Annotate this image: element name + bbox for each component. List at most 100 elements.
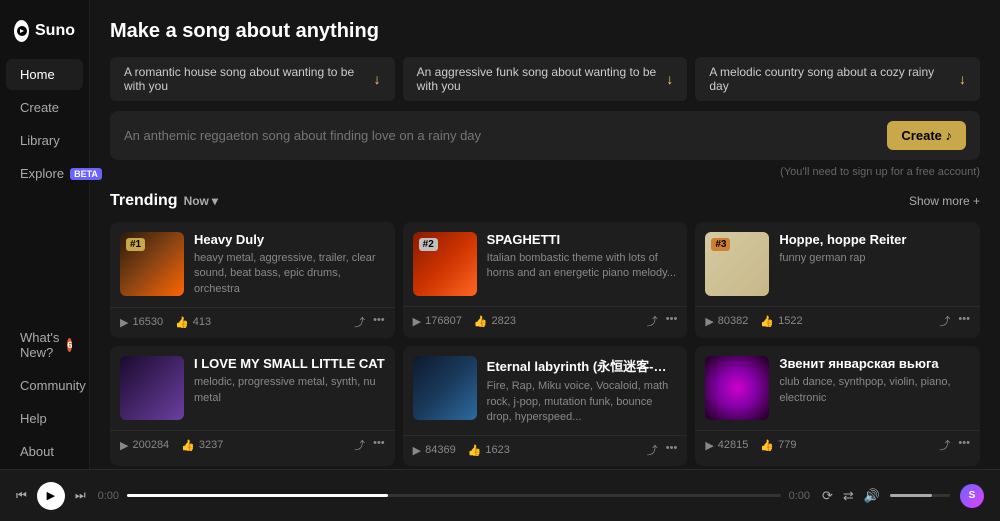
page-title: Make a song about anything bbox=[110, 20, 980, 43]
app-logo[interactable]: Suno bbox=[0, 12, 89, 58]
track-thumb-0: #1 ▶ bbox=[120, 232, 184, 296]
suggestion-pill-1[interactable]: An aggressive funk song about wanting to… bbox=[403, 57, 688, 101]
player-prev-button[interactable]: ⏮ bbox=[16, 488, 27, 503]
play-count-icon-2: ▶ bbox=[705, 315, 713, 328]
sidebar-item-explore[interactable]: Explore BETA bbox=[6, 158, 83, 189]
like-icon-5: 👍 bbox=[760, 439, 774, 452]
trending-track-1[interactable]: #2 ▶ SPAGHETTI Italian bombastic theme w… bbox=[403, 222, 688, 338]
like-icon-4: 👍 bbox=[468, 444, 482, 457]
sidebar-item-community[interactable]: Community bbox=[6, 370, 83, 401]
whats-new-badge: 6 bbox=[67, 338, 72, 352]
more-icon-1[interactable]: ••• bbox=[666, 313, 678, 329]
track-bottom-2: ▶ 80382 👍 1522 ⤴ ••• bbox=[695, 306, 980, 337]
share-icon-2[interactable]: ⤴ bbox=[939, 313, 950, 329]
volume-icon[interactable]: 🔊 bbox=[864, 488, 880, 504]
sidebar: Suno Home Create Library Explore BETA Wh… bbox=[0, 0, 90, 521]
track-plays-2: ▶ 80382 bbox=[705, 315, 748, 328]
track-name-1: SPAGHETTI bbox=[487, 232, 678, 247]
track-likes-1: 👍 2823 bbox=[474, 315, 516, 328]
trending-track-0[interactable]: #1 ▶ Heavy Duly heavy metal, aggressive,… bbox=[110, 222, 395, 338]
sidebar-item-whats-new[interactable]: What's New? 6 bbox=[6, 322, 83, 368]
play-btn-2[interactable]: ▶ bbox=[725, 252, 749, 276]
track-likes-2: 👍 1522 bbox=[760, 315, 802, 328]
app-name: Suno bbox=[35, 22, 75, 40]
more-icon-5[interactable]: ••• bbox=[958, 437, 970, 453]
play-btn-3[interactable]: ▶ bbox=[140, 376, 164, 400]
more-icon-2[interactable]: ••• bbox=[958, 313, 970, 329]
track-name-4: Eternal labyrinth (永恒迷客-アバタレ—... bbox=[487, 356, 678, 375]
volume-bar[interactable] bbox=[890, 494, 950, 497]
track-bottom-4: ▶ 84369 👍 1623 ⤴ ••• bbox=[403, 435, 688, 466]
track-actions-0: ⤴ ••• bbox=[354, 314, 385, 330]
shuffle-icon[interactable]: ⇄ bbox=[843, 488, 854, 504]
suggestion-pill-2[interactable]: A melodic country song about a cozy rain… bbox=[695, 57, 980, 101]
chevron-down-icon: ▾ bbox=[212, 194, 218, 208]
trending-track-4[interactable]: ▶ Eternal labyrinth (永恒迷客-アバタレ—... Fire,… bbox=[403, 346, 688, 466]
play-btn-0[interactable]: ▶ bbox=[140, 252, 164, 276]
more-icon-0[interactable]: ••• bbox=[373, 314, 385, 330]
create-input[interactable] bbox=[124, 128, 877, 143]
like-count-3: 3237 bbox=[199, 439, 223, 451]
trending-show-more[interactable]: Show more + bbox=[909, 194, 980, 208]
sidebar-item-library[interactable]: Library bbox=[6, 125, 83, 156]
track-plays-3: ▶ 200284 bbox=[120, 439, 169, 452]
suggestion-pill-0[interactable]: A romantic house song about wanting to b… bbox=[110, 57, 395, 101]
loop-icon[interactable]: ⟳ bbox=[822, 488, 833, 504]
trending-title: Trending Now ▾ bbox=[110, 192, 218, 210]
sidebar-item-create[interactable]: Create bbox=[6, 92, 83, 123]
trending-track-3[interactable]: ▶ I LOVE MY SMALL LITTLE CAT melodic, pr… bbox=[110, 346, 395, 466]
track-desc-3: melodic, progressive metal, synth, nu me… bbox=[194, 375, 385, 406]
track-info-0: Heavy Duly heavy metal, aggressive, trai… bbox=[194, 232, 385, 297]
player-next-button[interactable]: ⏭ bbox=[75, 488, 86, 503]
share-icon-5[interactable]: ⤴ bbox=[939, 437, 950, 453]
create-label: Create bbox=[20, 100, 59, 115]
trending-header: Trending Now ▾ Show more + bbox=[110, 192, 980, 210]
now-selector[interactable]: Now ▾ bbox=[184, 194, 218, 208]
play-btn-1[interactable]: ▶ bbox=[433, 252, 457, 276]
track-actions-2: ⤴ ••• bbox=[939, 313, 970, 329]
share-icon-0[interactable]: ⤴ bbox=[354, 314, 365, 330]
player-right: ⟳ ⇄ 🔊 S bbox=[822, 484, 984, 508]
trending-track-5[interactable]: ▶ Звенит январская вьюга club dance, syn… bbox=[695, 346, 980, 466]
more-icon-3[interactable]: ••• bbox=[373, 437, 385, 453]
share-icon-3[interactable]: ⤴ bbox=[354, 437, 365, 453]
progress-bar-track[interactable] bbox=[127, 494, 781, 497]
track-name-3: I LOVE MY SMALL LITTLE CAT bbox=[194, 356, 385, 371]
track-bottom-5: ▶ 42815 👍 779 ⤴ ••• bbox=[695, 430, 980, 461]
track-likes-0: 👍 413 bbox=[175, 316, 211, 329]
play-count-1: 176807 bbox=[425, 315, 462, 327]
share-icon-1[interactable]: ⤴ bbox=[647, 313, 658, 329]
beta-badge: BETA bbox=[70, 168, 102, 180]
track-actions-3: ⤴ ••• bbox=[354, 437, 385, 453]
track-bottom-0: ▶ 16530 👍 413 ⤴ ••• bbox=[110, 307, 395, 338]
play-count-icon-5: ▶ bbox=[705, 439, 713, 452]
share-icon-4[interactable]: ⤴ bbox=[647, 442, 658, 458]
sidebar-item-home[interactable]: Home bbox=[6, 59, 83, 90]
play-icon: ▶ bbox=[47, 489, 55, 502]
track-desc-2: funny german rap bbox=[779, 251, 970, 266]
track-actions-5: ⤴ ••• bbox=[939, 437, 970, 453]
whats-new-label: What's New? bbox=[20, 330, 59, 360]
user-avatar[interactable]: S bbox=[960, 484, 984, 508]
track-plays-4: ▶ 84369 bbox=[413, 444, 456, 457]
track-bottom-1: ▶ 176807 👍 2823 ⤴ ••• bbox=[403, 306, 688, 337]
sidebar-item-help[interactable]: Help bbox=[6, 403, 83, 434]
play-btn-5[interactable]: ▶ bbox=[725, 376, 749, 400]
sidebar-item-about[interactable]: About bbox=[6, 436, 83, 467]
create-button[interactable]: Create ♪ bbox=[887, 121, 966, 150]
track-thumb-5: ▶ bbox=[705, 356, 769, 420]
suggestions-row: A romantic house song about wanting to b… bbox=[110, 57, 980, 101]
track-info-1: SPAGHETTI Italian bombastic theme with l… bbox=[487, 232, 678, 296]
player-time-current: 0:00 bbox=[98, 490, 119, 502]
like-count-1: 2823 bbox=[492, 315, 516, 327]
player-play-button[interactable]: ▶ bbox=[37, 482, 65, 510]
track-info-2: Hoppe, hoppe Reiter funny german rap bbox=[779, 232, 970, 296]
more-icon-4[interactable]: ••• bbox=[666, 442, 678, 458]
track-desc-5: club dance, synthpop, violin, piano, ele… bbox=[779, 375, 970, 406]
track-desc-4: Fire, Rap, Miku voice, Vocaloid, math ro… bbox=[487, 379, 678, 425]
play-btn-4[interactable]: ▶ bbox=[433, 376, 457, 400]
play-count-icon-4: ▶ bbox=[413, 444, 421, 457]
track-plays-1: ▶ 176807 bbox=[413, 315, 462, 328]
like-icon-2: 👍 bbox=[760, 315, 774, 328]
trending-track-2[interactable]: #3 ▶ Hoppe, hoppe Reiter funny german ra… bbox=[695, 222, 980, 338]
